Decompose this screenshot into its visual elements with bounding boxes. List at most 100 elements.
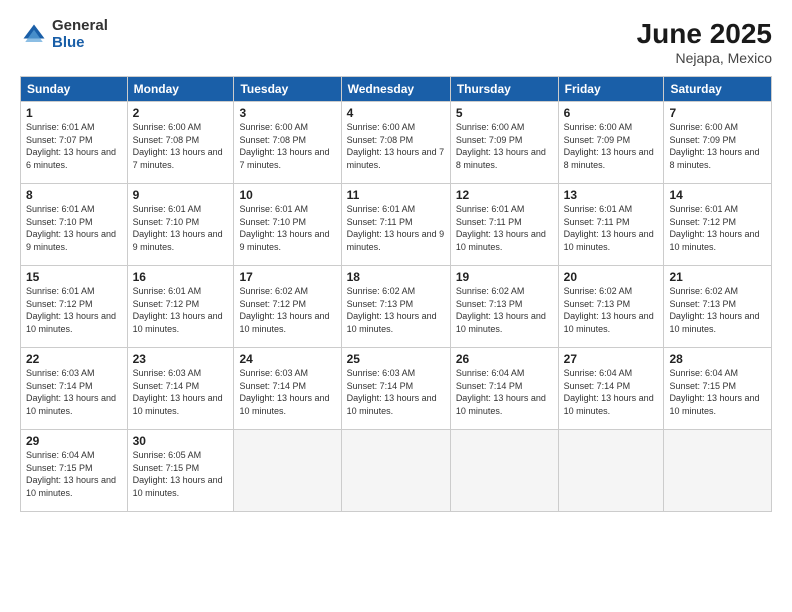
calendar-cell: 29 Sunrise: 6:04 AMSunset: 7:15 PMDaylig… xyxy=(21,430,128,512)
day-detail: Sunrise: 6:05 AMSunset: 7:15 PMDaylight:… xyxy=(133,450,223,498)
calendar-cell: 5 Sunrise: 6:00 AMSunset: 7:09 PMDayligh… xyxy=(450,102,558,184)
title-location: Nejapa, Mexico xyxy=(637,50,772,66)
logo: General Blue xyxy=(20,18,108,51)
day-detail: Sunrise: 6:02 AMSunset: 7:13 PMDaylight:… xyxy=(669,286,759,334)
day-number: 29 xyxy=(26,434,122,448)
day-detail: Sunrise: 6:01 AMSunset: 7:12 PMDaylight:… xyxy=(133,286,223,334)
calendar-cell: 14 Sunrise: 6:01 AMSunset: 7:12 PMDaylig… xyxy=(664,184,772,266)
logo-icon xyxy=(20,21,48,49)
day-number: 25 xyxy=(347,352,445,366)
calendar-week-2: 15 Sunrise: 6:01 AMSunset: 7:12 PMDaylig… xyxy=(21,266,772,348)
calendar-cell: 19 Sunrise: 6:02 AMSunset: 7:13 PMDaylig… xyxy=(450,266,558,348)
day-detail: Sunrise: 6:00 AMSunset: 7:09 PMDaylight:… xyxy=(456,122,546,170)
header-tuesday: Tuesday xyxy=(234,77,341,102)
day-detail: Sunrise: 6:04 AMSunset: 7:15 PMDaylight:… xyxy=(669,368,759,416)
calendar-cell: 3 Sunrise: 6:00 AMSunset: 7:08 PMDayligh… xyxy=(234,102,341,184)
calendar-cell: 15 Sunrise: 6:01 AMSunset: 7:12 PMDaylig… xyxy=(21,266,128,348)
calendar-cell xyxy=(234,430,341,512)
calendar-cell: 9 Sunrise: 6:01 AMSunset: 7:10 PMDayligh… xyxy=(127,184,234,266)
header-thursday: Thursday xyxy=(450,77,558,102)
day-detail: Sunrise: 6:04 AMSunset: 7:15 PMDaylight:… xyxy=(26,450,116,498)
calendar-cell xyxy=(450,430,558,512)
day-number: 4 xyxy=(347,106,445,120)
day-number: 27 xyxy=(564,352,659,366)
calendar-header: Sunday Monday Tuesday Wednesday Thursday… xyxy=(21,77,772,102)
calendar-cell: 27 Sunrise: 6:04 AMSunset: 7:14 PMDaylig… xyxy=(558,348,664,430)
day-number: 20 xyxy=(564,270,659,284)
day-number: 17 xyxy=(239,270,335,284)
day-number: 26 xyxy=(456,352,553,366)
day-number: 1 xyxy=(26,106,122,120)
calendar-cell: 18 Sunrise: 6:02 AMSunset: 7:13 PMDaylig… xyxy=(341,266,450,348)
day-number: 24 xyxy=(239,352,335,366)
day-number: 28 xyxy=(669,352,766,366)
day-number: 19 xyxy=(456,270,553,284)
page: General Blue June 2025 Nejapa, Mexico Su… xyxy=(0,0,792,612)
calendar-cell xyxy=(341,430,450,512)
title-month: June 2025 xyxy=(637,18,772,50)
header-row: Sunday Monday Tuesday Wednesday Thursday… xyxy=(21,77,772,102)
day-number: 22 xyxy=(26,352,122,366)
day-detail: Sunrise: 6:02 AMSunset: 7:12 PMDaylight:… xyxy=(239,286,329,334)
calendar-cell: 7 Sunrise: 6:00 AMSunset: 7:09 PMDayligh… xyxy=(664,102,772,184)
day-number: 2 xyxy=(133,106,229,120)
calendar-cell xyxy=(558,430,664,512)
calendar-week-3: 22 Sunrise: 6:03 AMSunset: 7:14 PMDaylig… xyxy=(21,348,772,430)
day-detail: Sunrise: 6:03 AMSunset: 7:14 PMDaylight:… xyxy=(239,368,329,416)
day-detail: Sunrise: 6:01 AMSunset: 7:11 PMDaylight:… xyxy=(347,204,445,252)
calendar-cell: 13 Sunrise: 6:01 AMSunset: 7:11 PMDaylig… xyxy=(558,184,664,266)
day-detail: Sunrise: 6:02 AMSunset: 7:13 PMDaylight:… xyxy=(564,286,654,334)
day-number: 14 xyxy=(669,188,766,202)
logo-general: General xyxy=(52,18,108,35)
day-number: 5 xyxy=(456,106,553,120)
header-sunday: Sunday xyxy=(21,77,128,102)
day-detail: Sunrise: 6:00 AMSunset: 7:08 PMDaylight:… xyxy=(239,122,329,170)
calendar-cell: 11 Sunrise: 6:01 AMSunset: 7:11 PMDaylig… xyxy=(341,184,450,266)
calendar-cell: 17 Sunrise: 6:02 AMSunset: 7:12 PMDaylig… xyxy=(234,266,341,348)
calendar-cell: 28 Sunrise: 6:04 AMSunset: 7:15 PMDaylig… xyxy=(664,348,772,430)
day-detail: Sunrise: 6:02 AMSunset: 7:13 PMDaylight:… xyxy=(456,286,546,334)
calendar-cell: 6 Sunrise: 6:00 AMSunset: 7:09 PMDayligh… xyxy=(558,102,664,184)
day-number: 13 xyxy=(564,188,659,202)
day-detail: Sunrise: 6:01 AMSunset: 7:12 PMDaylight:… xyxy=(26,286,116,334)
calendar-cell: 26 Sunrise: 6:04 AMSunset: 7:14 PMDaylig… xyxy=(450,348,558,430)
header: General Blue June 2025 Nejapa, Mexico xyxy=(20,18,772,66)
day-number: 9 xyxy=(133,188,229,202)
calendar-cell: 30 Sunrise: 6:05 AMSunset: 7:15 PMDaylig… xyxy=(127,430,234,512)
calendar-cell: 16 Sunrise: 6:01 AMSunset: 7:12 PMDaylig… xyxy=(127,266,234,348)
day-detail: Sunrise: 6:04 AMSunset: 7:14 PMDaylight:… xyxy=(456,368,546,416)
day-detail: Sunrise: 6:03 AMSunset: 7:14 PMDaylight:… xyxy=(26,368,116,416)
calendar-table: Sunday Monday Tuesday Wednesday Thursday… xyxy=(20,76,772,512)
calendar-cell: 10 Sunrise: 6:01 AMSunset: 7:10 PMDaylig… xyxy=(234,184,341,266)
calendar-cell: 2 Sunrise: 6:00 AMSunset: 7:08 PMDayligh… xyxy=(127,102,234,184)
day-detail: Sunrise: 6:00 AMSunset: 7:09 PMDaylight:… xyxy=(564,122,654,170)
day-number: 18 xyxy=(347,270,445,284)
calendar-cell: 12 Sunrise: 6:01 AMSunset: 7:11 PMDaylig… xyxy=(450,184,558,266)
calendar-cell: 21 Sunrise: 6:02 AMSunset: 7:13 PMDaylig… xyxy=(664,266,772,348)
header-monday: Monday xyxy=(127,77,234,102)
calendar-cell: 8 Sunrise: 6:01 AMSunset: 7:10 PMDayligh… xyxy=(21,184,128,266)
day-detail: Sunrise: 6:02 AMSunset: 7:13 PMDaylight:… xyxy=(347,286,437,334)
calendar-cell xyxy=(664,430,772,512)
header-wednesday: Wednesday xyxy=(341,77,450,102)
day-number: 21 xyxy=(669,270,766,284)
day-number: 6 xyxy=(564,106,659,120)
day-detail: Sunrise: 6:01 AMSunset: 7:11 PMDaylight:… xyxy=(564,204,654,252)
calendar-cell: 24 Sunrise: 6:03 AMSunset: 7:14 PMDaylig… xyxy=(234,348,341,430)
day-detail: Sunrise: 6:03 AMSunset: 7:14 PMDaylight:… xyxy=(133,368,223,416)
calendar-cell: 20 Sunrise: 6:02 AMSunset: 7:13 PMDaylig… xyxy=(558,266,664,348)
day-detail: Sunrise: 6:03 AMSunset: 7:14 PMDaylight:… xyxy=(347,368,437,416)
day-detail: Sunrise: 6:01 AMSunset: 7:12 PMDaylight:… xyxy=(669,204,759,252)
day-detail: Sunrise: 6:00 AMSunset: 7:08 PMDaylight:… xyxy=(347,122,445,170)
day-detail: Sunrise: 6:00 AMSunset: 7:09 PMDaylight:… xyxy=(669,122,759,170)
day-detail: Sunrise: 6:01 AMSunset: 7:10 PMDaylight:… xyxy=(133,204,223,252)
calendar-cell: 1 Sunrise: 6:01 AMSunset: 7:07 PMDayligh… xyxy=(21,102,128,184)
day-number: 30 xyxy=(133,434,229,448)
day-detail: Sunrise: 6:01 AMSunset: 7:10 PMDaylight:… xyxy=(26,204,116,252)
calendar-week-4: 29 Sunrise: 6:04 AMSunset: 7:15 PMDaylig… xyxy=(21,430,772,512)
calendar-cell: 25 Sunrise: 6:03 AMSunset: 7:14 PMDaylig… xyxy=(341,348,450,430)
day-number: 15 xyxy=(26,270,122,284)
day-number: 23 xyxy=(133,352,229,366)
day-number: 11 xyxy=(347,188,445,202)
calendar-body: 1 Sunrise: 6:01 AMSunset: 7:07 PMDayligh… xyxy=(21,102,772,512)
